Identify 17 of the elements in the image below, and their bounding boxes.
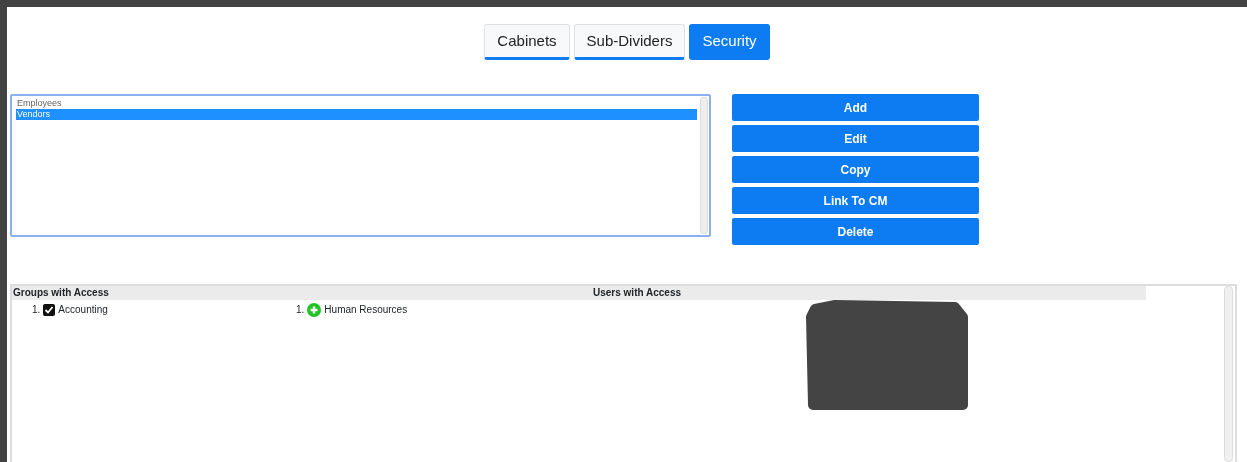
item-label: Human Resources [324, 303, 408, 317]
list-box[interactable]: Employees Vendors [10, 94, 711, 237]
tab[interactable]: Sub-Dividers [573, 24, 686, 60]
tab[interactable]: Cabinets [484, 24, 570, 60]
item-number: 1. [32, 303, 41, 317]
action-button[interactable]: Copy [732, 156, 979, 183]
action-button[interactable]: Edit [732, 125, 979, 152]
item-number: 1. [296, 303, 305, 317]
list-item[interactable]: Employees [16, 98, 697, 109]
action-button[interactable]: Link To CM [732, 187, 979, 214]
column-header: Users with Access [593, 286, 682, 300]
list-item[interactable]: Vendors [16, 109, 697, 120]
action-button[interactable]: Add [732, 94, 979, 121]
tab[interactable]: Security [689, 24, 770, 60]
column-header: Groups with Access [13, 286, 110, 300]
action-button[interactable]: Delete [732, 218, 979, 245]
item-label: Accounting [58, 303, 108, 317]
